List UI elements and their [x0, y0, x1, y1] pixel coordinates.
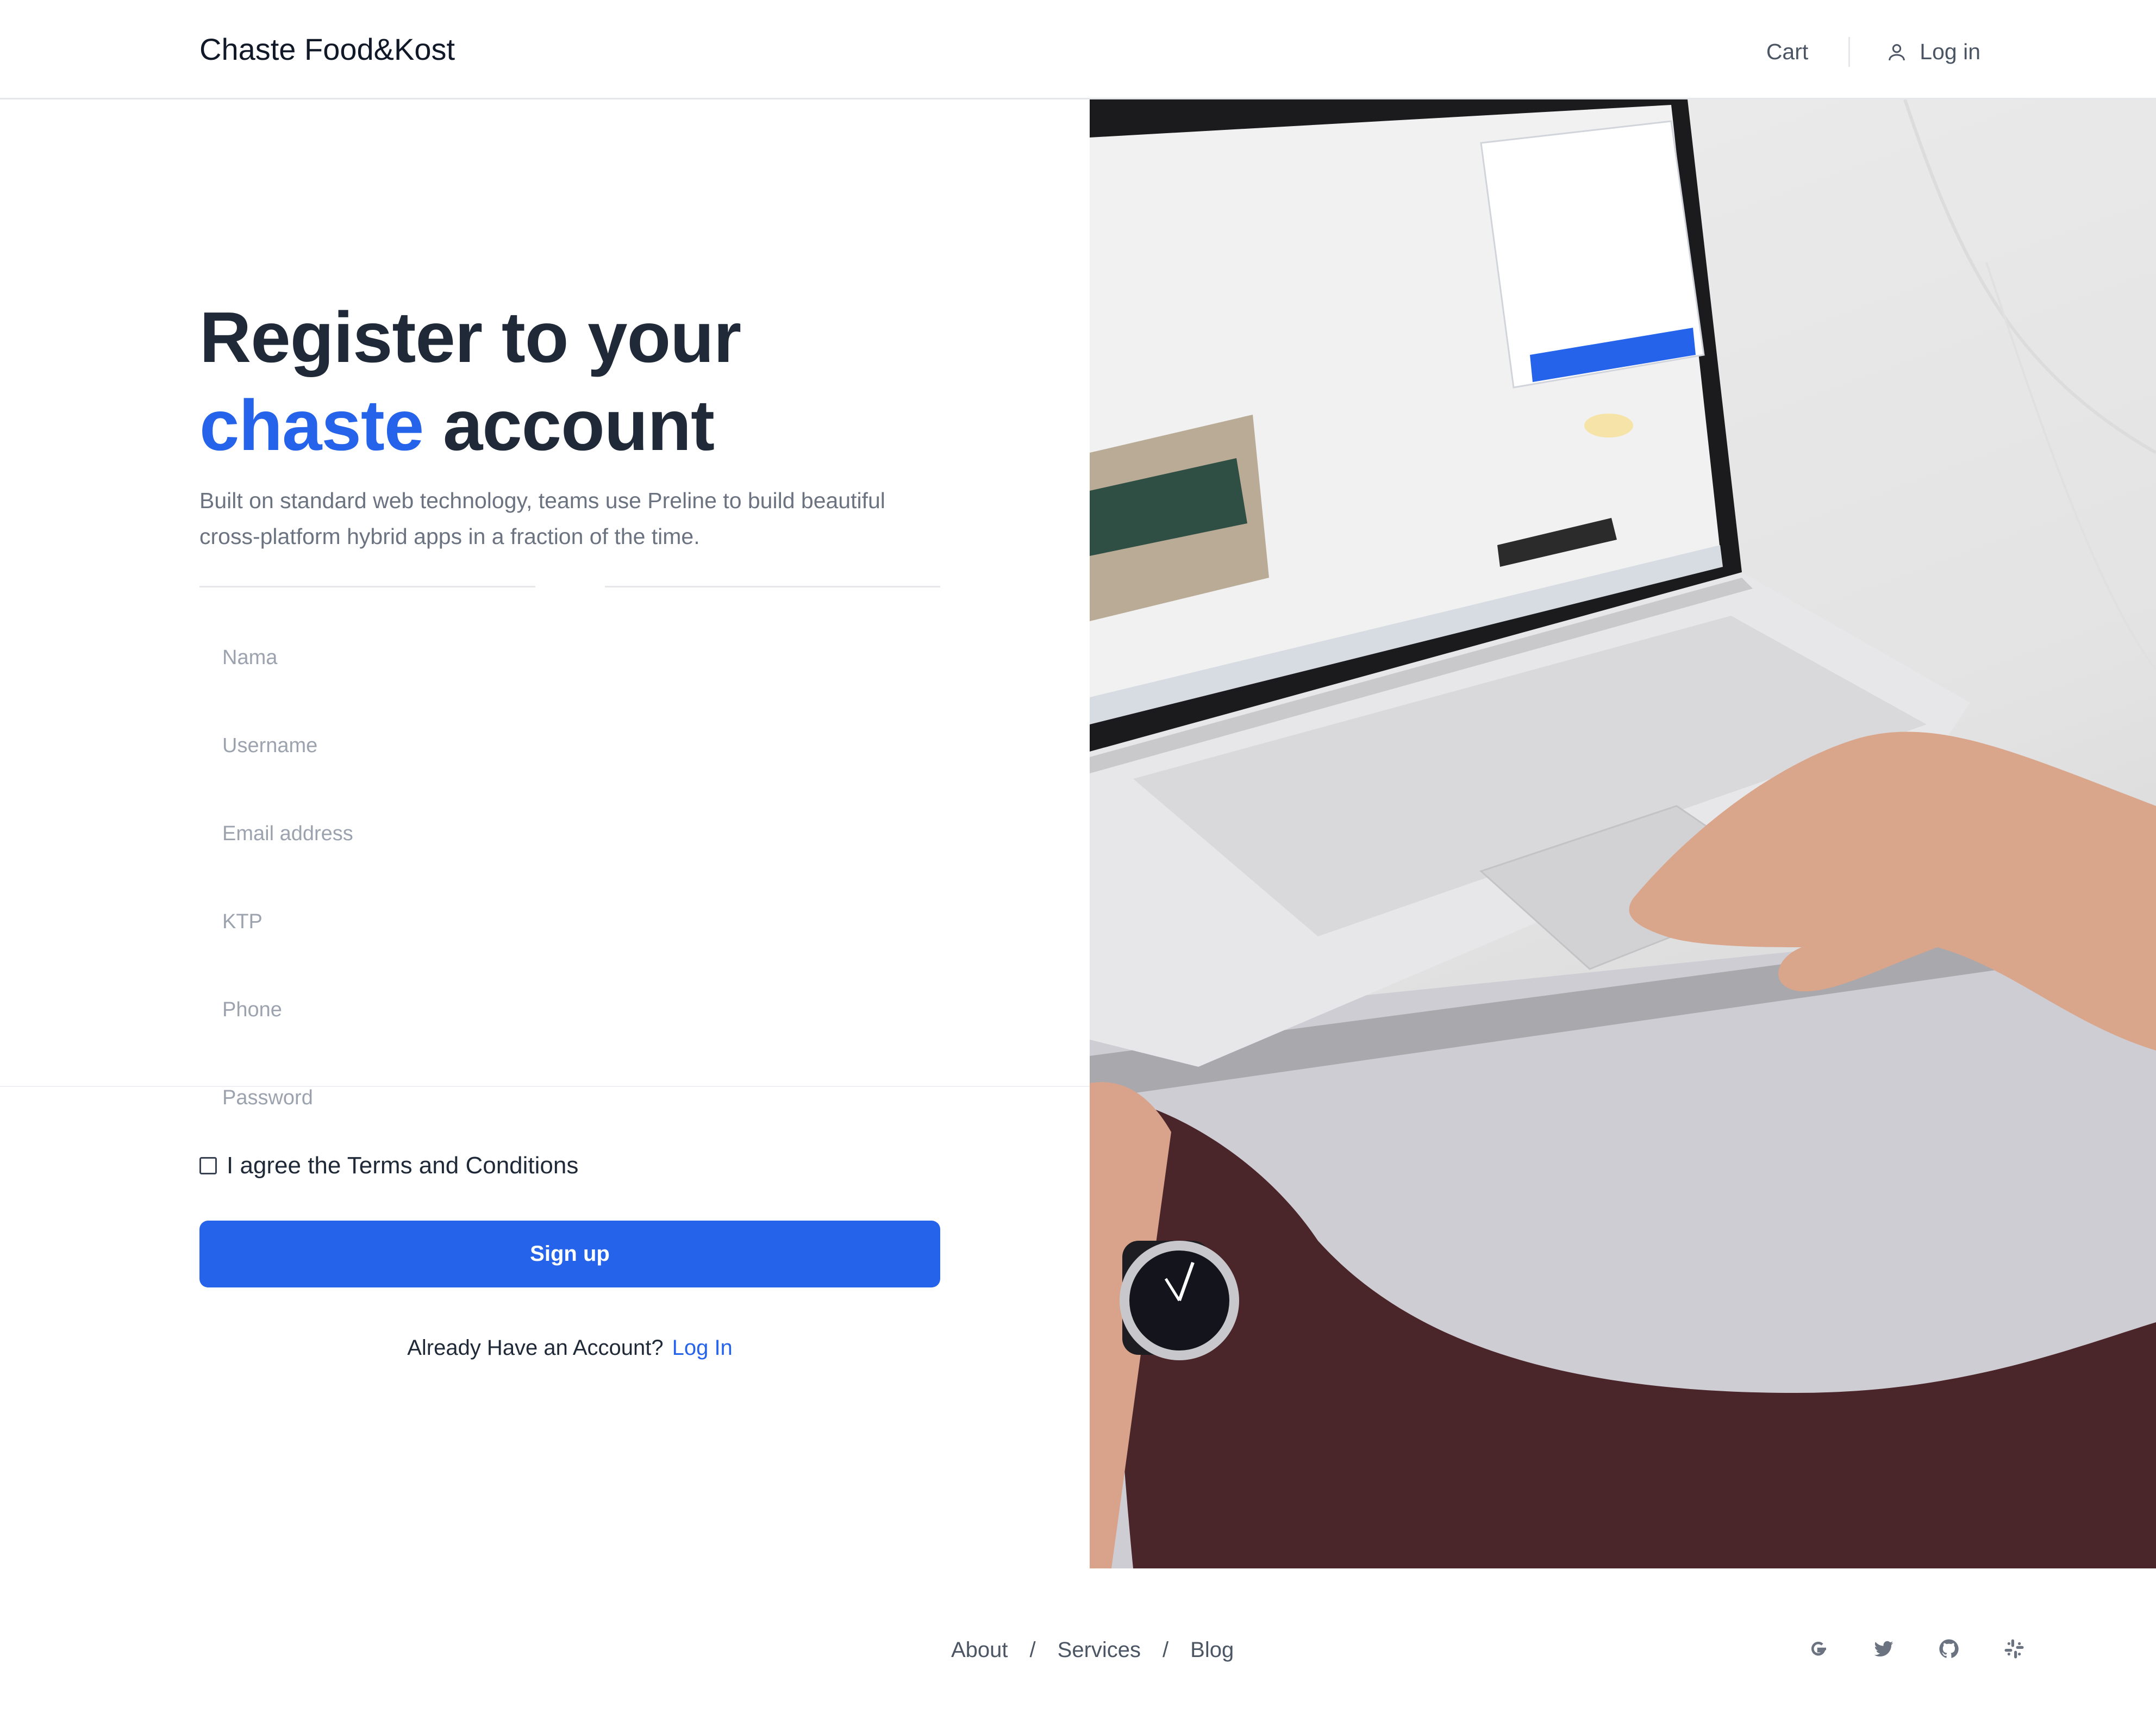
username-field: [199, 713, 940, 778]
login-label: Log in: [1920, 39, 1980, 64]
google-icon[interactable]: [1807, 1637, 1830, 1660]
divider-right: [605, 586, 940, 587]
page-subtitle: Built on standard web technology, teams …: [199, 488, 885, 549]
footer-about-link[interactable]: About: [951, 1638, 1008, 1662]
footer-separator: /: [1029, 1638, 1036, 1662]
password-input[interactable]: [199, 1065, 940, 1130]
phone-field: [199, 977, 940, 1042]
phone-input[interactable]: [199, 977, 940, 1042]
footer-services-link[interactable]: Services: [1058, 1638, 1141, 1662]
page-title: Register to your chaste account: [199, 293, 741, 470]
top-header: Chaste Food&Kost Cart Log in: [0, 0, 2156, 99]
github-icon[interactable]: [1938, 1637, 1960, 1660]
terms-checkbox[interactable]: [199, 1157, 217, 1174]
cart-link[interactable]: Cart: [1766, 37, 1851, 67]
email-input[interactable]: [199, 801, 940, 866]
title-accent: chaste: [199, 385, 424, 465]
already-account: Already Have an Account? Log In: [199, 1336, 940, 1360]
email-field: [199, 801, 940, 866]
header-nav: Cart Log in: [1766, 37, 1980, 67]
footer-separator: /: [1163, 1638, 1169, 1662]
twitter-icon[interactable]: [1872, 1637, 1895, 1660]
slack-icon[interactable]: [2003, 1637, 2026, 1660]
divider-left: [199, 586, 535, 587]
social-links: [1807, 1637, 2026, 1660]
name-input[interactable]: [199, 625, 940, 690]
user-icon: [1889, 43, 1905, 60]
ktp-input[interactable]: [199, 889, 940, 954]
terms-label[interactable]: I agree the Terms and Conditions: [227, 1152, 578, 1179]
title-line-2-rest: account: [423, 385, 715, 465]
terms-agreement: I agree the Terms and Conditions: [199, 1152, 578, 1179]
footer-nav: About / Services / Blog: [951, 1638, 1234, 1662]
already-account-text: Already Have an Account?: [407, 1336, 664, 1360]
hero-image: [1090, 99, 2156, 1568]
title-line-2: chaste account: [199, 382, 741, 470]
login-link-bottom[interactable]: Log In: [672, 1336, 733, 1360]
ktp-field: [199, 889, 940, 954]
password-field: [199, 1065, 940, 1130]
laptop-illustration: [1090, 99, 2156, 1568]
footer-blog-link[interactable]: Blog: [1190, 1638, 1234, 1662]
brand-logo[interactable]: Chaste Food&Kost: [199, 32, 455, 67]
name-field: [199, 625, 940, 690]
login-link[interactable]: Log in: [1886, 39, 1980, 65]
username-input[interactable]: [199, 713, 940, 778]
title-line-1: Register to your: [199, 297, 741, 377]
signup-button[interactable]: Sign up: [199, 1221, 940, 1287]
